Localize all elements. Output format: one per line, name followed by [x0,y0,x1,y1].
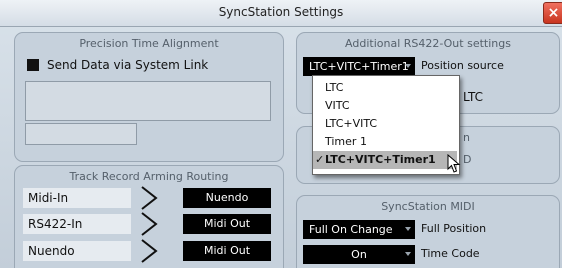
settings-window: SyncStation Settings × Precision Time Al… [0,0,562,268]
close-icon: × [547,5,560,21]
destination-field[interactable]: Midi Out [183,214,271,234]
source-field: Midi-In [23,188,131,208]
partial-value-label: LTC [463,90,484,104]
time-code-dropdown[interactable]: On [303,245,415,264]
source-field: RS422-In [23,214,131,234]
precision-time-alignment-panel: Precision Time Alignment Send Data via S… [14,32,284,162]
arrow-right-icon [141,186,158,210]
send-data-checkbox[interactable] [27,59,39,71]
title-bar[interactable]: SyncStation Settings × [0,0,562,27]
partial-label: D [463,153,472,166]
time-code-value: On [351,248,367,261]
chevron-down-icon [405,64,411,68]
position-source-value: LTC+VITC+Timer1 [309,60,409,73]
close-button[interactable]: × [543,2,562,24]
menu-item-ltc[interactable]: LTC [313,79,457,97]
menu-item-ltc-vitc-timer1[interactable]: ✓ LTC+VITC+Timer1 [313,151,457,169]
full-position-value: Full On Change [309,223,393,236]
panel-title: SyncStation MIDI [381,200,475,213]
chevron-down-icon [405,252,411,256]
arrow-right-icon [141,239,158,263]
position-source-dropdown[interactable]: LTC+VITC+Timer1 [303,57,415,76]
panel-title: Track Record Arming Routing [69,170,229,183]
destination-field[interactable]: Midi Out [183,241,271,261]
mouse-cursor-icon [447,154,461,173]
arrow-right-icon [141,212,158,236]
menu-item-timer1[interactable]: Timer 1 [313,133,457,151]
alignment-display [25,81,271,121]
menu-item-vitc[interactable]: VITC [313,97,457,115]
panel-title: Precision Time Alignment [79,37,219,50]
chevron-down-icon [405,227,411,231]
position-source-label: Position source [421,59,504,72]
checkmark-icon: ✓ [315,153,325,166]
menu-item-ltc-vitc[interactable]: LTC+VITC [313,115,457,133]
alignment-value-field[interactable] [25,123,137,145]
full-position-label: Full Position [421,222,487,235]
syncstation-midi-panel: SyncStation MIDI Full On Change Full Pos… [296,195,560,268]
position-source-menu: LTC VITC LTC+VITC Timer 1 ✓ LTC+VITC+Tim… [312,75,461,175]
source-field: Nuendo [23,241,131,261]
window-title: SyncStation Settings [218,5,344,19]
full-position-dropdown[interactable]: Full On Change [303,220,415,239]
partial-label: n [463,131,470,144]
menu-item-label: LTC+VITC+Timer1 [325,153,436,166]
send-data-label: Send Data via System Link [47,58,209,72]
time-code-label: Time Code [421,247,480,260]
destination-field[interactable]: Nuendo [183,188,271,208]
panel-title: Additional RS422-Out settings [345,37,511,50]
track-arming-panel: Track Record Arming Routing Midi-In Nuen… [14,165,284,268]
